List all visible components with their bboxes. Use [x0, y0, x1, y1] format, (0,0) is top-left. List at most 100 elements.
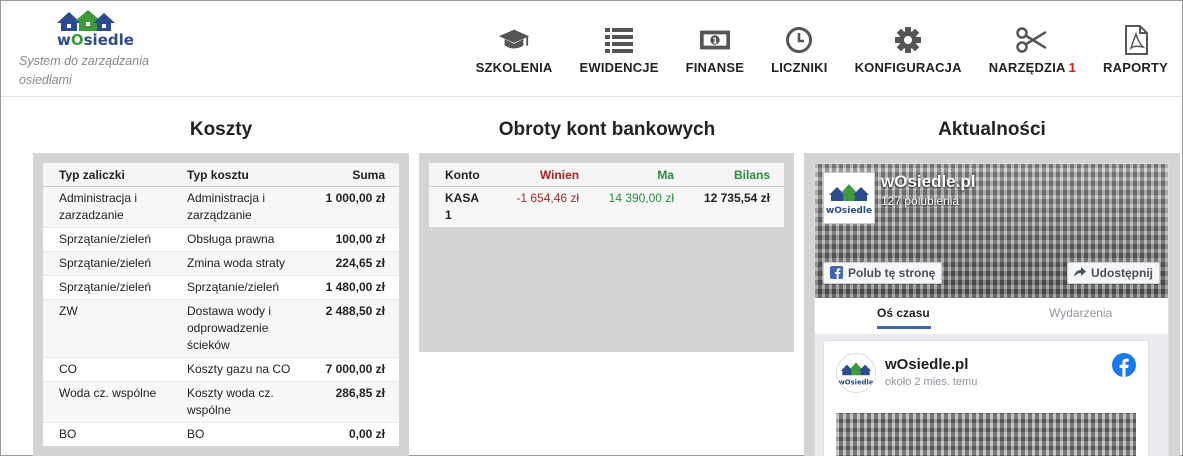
column-header-debit[interactable]: Winien [495, 163, 588, 187]
nav-label: NARZĘDZIA 1 [988, 60, 1077, 75]
list-icon [603, 25, 635, 55]
app-logo[interactable]: wOsiedle [55, 9, 134, 49]
table-row: BO BO 0,00 zł [43, 422, 399, 446]
app-tagline: System do zarządzania osiedlami [19, 54, 149, 87]
nav-konfiguracja[interactable]: KONFIGURACJA [855, 25, 962, 75]
cell-cost-type: Obsługa prawna [171, 227, 309, 252]
houses-logo-icon: wOsiedle [826, 184, 872, 216]
cell-sum: 7 000,00 zł [309, 357, 399, 382]
cell-cost-type: Koszty woda cz. wspólne [171, 381, 309, 423]
nav-label: FINANSE [685, 60, 745, 75]
column-header-balance[interactable]: Bilans [681, 163, 784, 187]
column-header-advance-type[interactable]: Typ zaliczki [43, 163, 171, 187]
like-button-label: Polub tę stronę [848, 266, 936, 280]
nav-szkolenia[interactable]: SZKOLENIA [476, 25, 553, 75]
bank-table-wrap: Konto Winien Ma Bilans KASA 1 -1 654,46 … [429, 163, 784, 227]
table-row: KASA 1 -1 654,46 zł 14 390,00 zł 12 735,… [429, 186, 784, 227]
cell-sum: 224,65 zł [309, 251, 399, 276]
svg-text:wOsiedle: wOsiedle [838, 378, 873, 386]
logo-wordmark: wOsiedle [57, 31, 134, 49]
nav-label: EWIDENCJE [579, 60, 659, 75]
column-header-sum[interactable]: Suma [309, 163, 399, 187]
top-header: wOsiedle System do zarządzania osiedlami… [1, 1, 1182, 97]
nav-finanse[interactable]: 1 FINANSE [686, 25, 744, 75]
costs-table-wrap: Typ zaliczki Typ kosztu Suma Administrac… [43, 163, 399, 446]
table-row: Administracja i zarzadzanie Administracj… [43, 186, 399, 228]
cell-advance-type: Sprzątanie/zieleń [43, 227, 171, 252]
share-button[interactable]: Udostępnij [1067, 262, 1160, 284]
facebook-likes-count: 127 polubienia [881, 194, 960, 208]
cell-advance-type: Administracja i zarzadzanie [43, 186, 171, 228]
cell-balance: 12 735,54 zł [681, 186, 784, 227]
page-avatar[interactable]: wOsiedle [823, 172, 875, 224]
facebook-feed: wOsiedle wOsiedle.pl około 2 mies. temu [815, 334, 1168, 456]
cell-cost-type: Sprzątanie/zieleń [171, 275, 309, 300]
column-header-cost-type[interactable]: Typ kosztu [171, 163, 309, 187]
cell-sum: 0,00 zł [309, 422, 399, 446]
table-row: CO Koszty gazu na CO 7 000,00 zł [43, 357, 399, 382]
nav-raporty[interactable]: RAPORTY [1103, 25, 1168, 75]
cell-cost-type: Administracja i zarządzanie [171, 186, 309, 228]
nav-ewidencje[interactable]: EWIDENCJE [580, 25, 659, 75]
notification-badge: 1 [1068, 60, 1077, 75]
cell-account: KASA 1 [429, 186, 495, 227]
tab-events[interactable]: Wydarzenia [1049, 306, 1112, 320]
cell-sum: 100,00 zł [309, 227, 399, 252]
cell-advance-type: Sprzątanie/zieleń [43, 275, 171, 300]
cell-sum: 1 480,00 zł [309, 275, 399, 300]
nav-label: LICZNIKI [771, 60, 828, 75]
nav-label: KONFIGURACJA [854, 60, 962, 75]
facebook-post: wOsiedle wOsiedle.pl około 2 mies. temu [823, 340, 1149, 456]
facebook-logo-icon[interactable] [1112, 353, 1136, 382]
like-page-button[interactable]: Polub tę stronę [823, 262, 943, 284]
table-row: ZW Dostawa wody i odprowadzenie ścieków … [43, 299, 399, 358]
cell-advance-type: ZW [43, 299, 171, 358]
share-button-label: Udostępnij [1091, 266, 1153, 280]
share-arrow-icon [1074, 266, 1086, 281]
nav-label: SZKOLENIA [475, 60, 553, 75]
cell-cost-type: Zmina woda straty [171, 251, 309, 276]
post-timestamp[interactable]: około 2 mies. temu [885, 376, 977, 388]
nav-narzedzia[interactable]: NARZĘDZIA 1 [989, 25, 1076, 75]
post-image[interactable] [836, 413, 1136, 456]
scissors-icon [1016, 25, 1048, 55]
houses-logo-icon [57, 10, 115, 31]
facebook-f-icon [830, 266, 843, 282]
table-row: Sprzątanie/zieleń Obsługa prawna 100,00 … [43, 227, 399, 252]
active-tab-indicator [877, 326, 931, 329]
bank-turnover-title: Obroty kont bankowych [498, 119, 716, 140]
tab-timeline[interactable]: Oś czasu [877, 306, 930, 320]
cell-cost-type: BO [171, 422, 309, 446]
cell-cost-type: Koszty gazu na CO [171, 357, 309, 382]
post-author-avatar[interactable]: wOsiedle [836, 353, 876, 393]
nav-liczniki[interactable]: LICZNIKI [771, 25, 827, 75]
main-nav: SZKOLENIA EWIDENCJE 1 FINANSE LICZNIKI K… [449, 25, 1168, 75]
cell-sum: 1 000,00 zł [309, 186, 399, 228]
column-header-account[interactable]: Konto [429, 163, 495, 187]
table-row: Woda cz. wspólne Koszty woda cz. wspólne… [43, 381, 399, 423]
houses-logo-icon: wOsiedle [838, 362, 874, 386]
cell-advance-type: BO [43, 422, 171, 446]
bank-table: Konto Winien Ma Bilans KASA 1 -1 654,46 … [429, 163, 784, 227]
facebook-page-name[interactable]: wOsiedle.pl [881, 172, 975, 192]
column-header-credit[interactable]: Ma [587, 163, 682, 187]
bank-panel: Konto Winien Ma Bilans KASA 1 -1 654,46 … [419, 153, 794, 352]
cell-sum: 2 488,50 zł [309, 299, 399, 358]
costs-table: Typ zaliczki Typ kosztu Suma Administrac… [43, 163, 399, 446]
cell-credit: 14 390,00 zł [587, 186, 682, 227]
cell-debit: -1 654,46 zł [495, 186, 588, 227]
table-row: Sprzątanie/zieleń Zmina woda straty 224,… [43, 251, 399, 276]
table-header-row: Konto Winien Ma Bilans [429, 163, 784, 187]
table-row: Sprzątanie/zieleń Sprzątanie/zieleń 1 48… [43, 275, 399, 300]
clock-icon [783, 25, 815, 55]
facebook-cover-image[interactable]: wOsiedle wOsiedle.pl 127 polubienia Polu… [815, 164, 1168, 298]
facebook-page-widget: wOsiedle wOsiedle.pl 127 polubienia Polu… [814, 163, 1169, 456]
cell-sum: 286,85 zł [309, 381, 399, 423]
table-header-row: Typ zaliczki Typ kosztu Suma [43, 163, 399, 187]
svg-text:1: 1 [712, 36, 717, 45]
facebook-tabs: Oś czasu Wydarzenia [815, 298, 1168, 332]
post-author-name[interactable]: wOsiedle.pl [885, 356, 968, 373]
news-title: Aktualności [938, 119, 1046, 140]
nav-label: RAPORTY [1103, 60, 1168, 75]
cell-advance-type: Sprzątanie/zieleń [43, 251, 171, 276]
